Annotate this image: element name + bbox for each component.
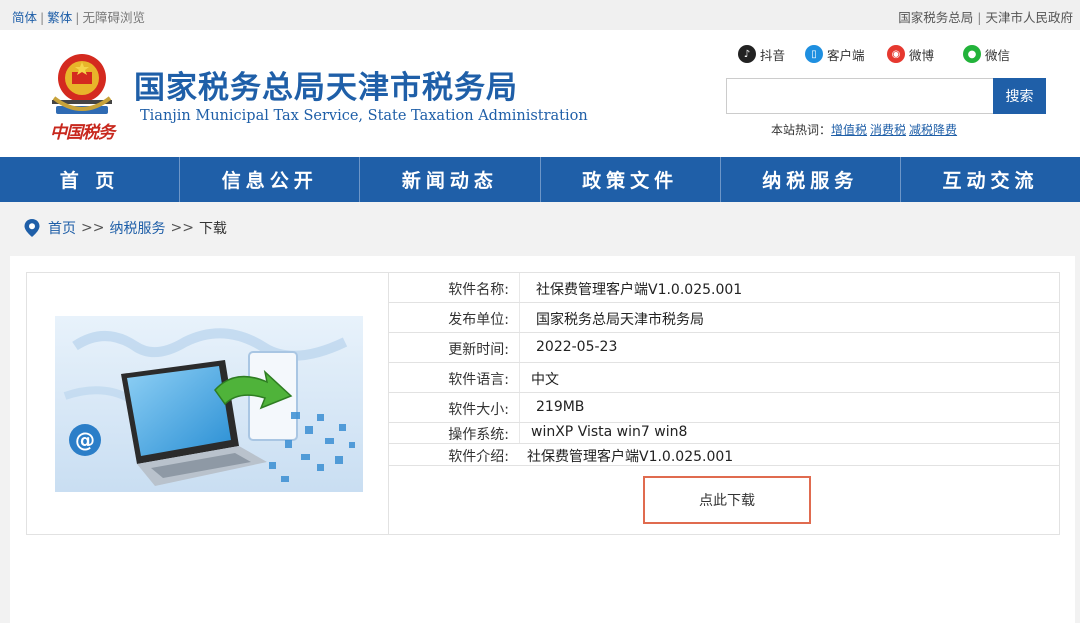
external-links: 国家税务总局 | 天津市人民政府 xyxy=(898,10,1073,25)
tianjin-gov-link[interactable]: 天津市人民政府 xyxy=(985,10,1073,25)
row-label: 软件介绍: xyxy=(448,449,509,465)
hot-words: 本站热词：增值税 消费税 减税降费 xyxy=(771,121,960,138)
hot-word-link[interactable]: 增值税 xyxy=(831,123,867,137)
nav-item-home[interactable]: 首 页 xyxy=(0,157,181,202)
info-row-language: 软件语言: 中文 xyxy=(389,363,1059,393)
site-title: 国家税务总局天津市税务局 xyxy=(134,70,518,106)
douyin-icon: ♪ xyxy=(738,45,756,63)
weibo-link[interactable]: ◉ 微博 xyxy=(887,44,934,64)
douyin-label: 抖音 xyxy=(760,47,786,63)
wechat-link[interactable]: ● 微信 xyxy=(963,44,1010,64)
weibo-icon: ◉ xyxy=(887,45,905,63)
main-nav: 首 页 信息公开 新闻动态 政策文件 纳税服务 互动交流 xyxy=(0,157,1080,202)
hot-word-link[interactable]: 消费税 xyxy=(870,123,906,137)
accessible-browsing-link[interactable]: 无障碍浏览 xyxy=(82,10,145,25)
row-label: 软件名称: xyxy=(448,282,509,298)
breadcrumb-separator: >> xyxy=(170,220,194,236)
breadcrumb: 首页 >> 纳税服务 >> 下载 xyxy=(24,218,227,238)
info-row-updated: 更新时间: 2022-05-23 xyxy=(389,333,1059,363)
mobile-client-icon: ▯ xyxy=(805,45,823,63)
row-value: 社保费管理客户端V1.0.025.001 xyxy=(527,449,734,465)
language-links: 简体 | 繁体 | 无障碍浏览 xyxy=(12,10,145,25)
info-row-publisher: 发布单位: 国家税务总局天津市税务局 xyxy=(389,303,1059,333)
row-label: 更新时间: xyxy=(448,342,509,358)
content-panel: @ 软件名称: 社保费管理客户端V1.0.025.001 发布单位: 国家税务总… xyxy=(10,256,1075,623)
breadcrumb-separator: >> xyxy=(81,220,105,236)
breadcrumb-home[interactable]: 首页 xyxy=(48,218,76,238)
client-link[interactable]: ▯ 客户端 xyxy=(805,44,865,64)
info-row-description: 软件介绍: 社保费管理客户端V1.0.025.001 xyxy=(389,444,1059,466)
simplified-chinese-link[interactable]: 简体 xyxy=(12,10,37,25)
download-table: @ 软件名称: 社保费管理客户端V1.0.025.001 发布单位: 国家税务总… xyxy=(26,272,1060,535)
weibo-label: 微博 xyxy=(909,47,935,63)
wechat-icon: ● xyxy=(963,45,981,63)
location-pin-icon xyxy=(24,219,40,237)
row-value: 中文 xyxy=(531,372,559,388)
hot-word-link[interactable]: 减税降费 xyxy=(909,123,957,137)
row-value: 国家税务总局天津市税务局 xyxy=(536,312,704,328)
nav-item-info-disclosure[interactable]: 信息公开 xyxy=(180,157,361,202)
download-illustration-image: @ xyxy=(55,316,363,492)
client-label: 客户端 xyxy=(827,47,865,63)
traditional-chinese-link[interactable]: 繁体 xyxy=(47,10,72,25)
douyin-link[interactable]: ♪ 抖音 xyxy=(738,44,785,64)
wechat-label: 微信 xyxy=(985,47,1011,63)
row-label: 发布单位: xyxy=(448,312,509,328)
sat-link[interactable]: 国家税务总局 xyxy=(898,10,973,25)
search-button[interactable]: 搜索 xyxy=(993,78,1046,114)
row-value: 2022-05-23 xyxy=(536,339,618,355)
nav-item-tax-service[interactable]: 纳税服务 xyxy=(721,157,901,202)
national-emblem-icon xyxy=(52,54,112,114)
row-value: winXP Vista win7 win8 xyxy=(531,424,688,440)
info-row-size: 软件大小: 219MB xyxy=(389,393,1059,423)
breadcrumb-tax-service[interactable]: 纳税服务 xyxy=(109,218,165,238)
row-label: 操作系统: xyxy=(448,427,509,443)
nav-item-news[interactable]: 新闻动态 xyxy=(360,157,541,202)
download-button[interactable]: 点此下载 xyxy=(643,476,811,524)
svg-text:@: @ xyxy=(75,428,95,452)
search-input[interactable] xyxy=(726,78,994,114)
tax-seal-logo: 中国税务 xyxy=(50,123,115,143)
nav-item-interaction[interactable]: 互动交流 xyxy=(901,157,1080,202)
breadcrumb-current: 下载 xyxy=(198,221,227,237)
software-image-cell: @ xyxy=(27,273,389,534)
info-row-name: 软件名称: 社保费管理客户端V1.0.025.001 xyxy=(389,273,1059,303)
top-utility-bar: 简体 | 繁体 | 无障碍浏览 国家税务总局 | 天津市人民政府 xyxy=(0,0,1080,30)
row-value: 社保费管理客户端V1.0.025.001 xyxy=(536,282,743,298)
row-value: 219MB xyxy=(536,399,585,415)
nav-item-policy[interactable]: 政策文件 xyxy=(541,157,721,202)
site-header: 中国税务 国家税务总局天津市税务局 Tianjin Municipal Tax … xyxy=(0,30,1080,157)
row-label: 软件大小: xyxy=(448,402,509,418)
info-row-os: 操作系统: winXP Vista win7 win8 xyxy=(389,423,1059,444)
row-label: 软件语言: xyxy=(448,372,509,388)
hot-words-label: 本站热词： xyxy=(771,123,832,137)
site-title-english: Tianjin Municipal Tax Service, State Tax… xyxy=(140,108,588,124)
